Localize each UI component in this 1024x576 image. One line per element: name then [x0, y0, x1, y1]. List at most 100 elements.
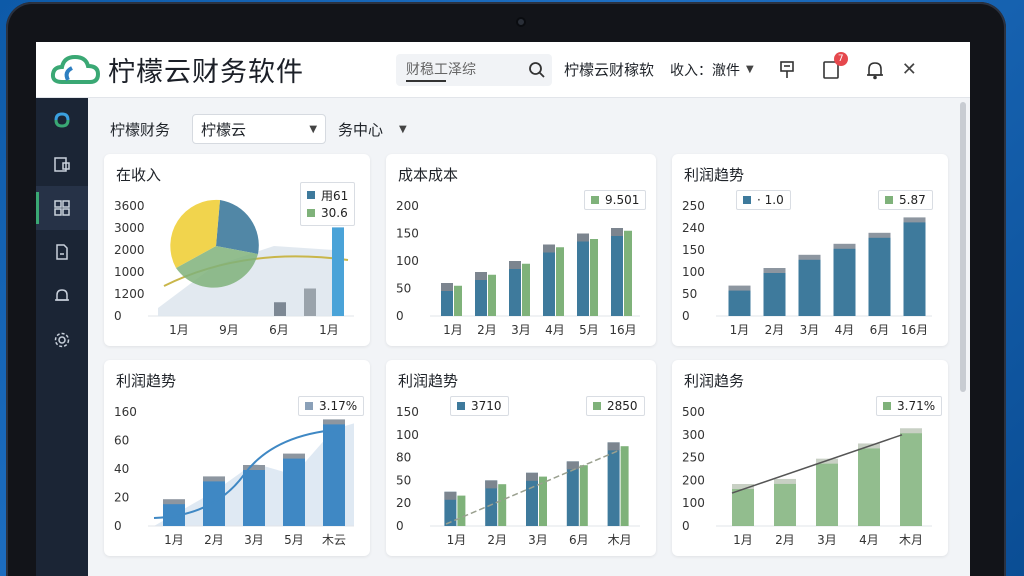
- bar-cap: [763, 268, 786, 273]
- bell-icon[interactable]: [864, 59, 886, 81]
- app-logo: 柠檬云财务软件: [50, 50, 380, 89]
- company-name[interactable]: 柠檬云财稼软: [564, 59, 654, 80]
- y-tick-label: 200: [682, 473, 705, 487]
- chart-plot: 150 100 80 50 20 0 1月 2月 3月 6月 木月: [396, 405, 640, 547]
- legend-swatch: [743, 196, 751, 204]
- chart-card[interactable]: 利润趋务 500 300 250 200 100 0 1月 2月 3月 4月 木月 3.71%: [672, 360, 948, 556]
- legend-swatch: [593, 402, 601, 410]
- legend-item: 2850: [586, 396, 645, 416]
- bar: [579, 465, 588, 526]
- sidebar: [36, 98, 88, 576]
- y-tick-label: 160: [114, 405, 137, 419]
- bar-cap: [728, 285, 751, 291]
- x-tick-label: 6月: [269, 323, 289, 337]
- y-tick-label: 3000: [114, 221, 145, 235]
- sidebar-item-files[interactable]: [36, 142, 88, 186]
- chart-plot: 160 60 40 20 0 1月 2月 3月 5月 木云: [114, 405, 354, 547]
- chart-legend: 用61 30.6: [300, 182, 356, 226]
- x-tick-label: 6月: [569, 533, 589, 547]
- message-button[interactable]: 7: [820, 51, 848, 81]
- x-tick-label: 1月: [164, 533, 184, 547]
- income-dropdown-label: 收入：澈件: [670, 62, 741, 79]
- logo-icon: [54, 112, 70, 128]
- legend-label: 2850: [607, 399, 638, 413]
- bar-cap: [900, 428, 922, 434]
- bar: [304, 288, 316, 316]
- x-tick-label: 3月: [511, 323, 531, 337]
- legend-item: 5.87: [878, 190, 933, 210]
- sidebar-item-alerts[interactable]: [36, 274, 88, 318]
- pie-slice: [216, 200, 259, 254]
- close-icon[interactable]: ✕: [902, 59, 917, 80]
- x-tick-label: 1月: [447, 533, 467, 547]
- legend-swatch: [883, 402, 891, 410]
- x-tick-label: 2月: [765, 323, 785, 337]
- search-icon[interactable]: [528, 61, 546, 79]
- notification-badge: 7: [833, 51, 848, 66]
- bar-cap: [798, 254, 821, 260]
- y-tick-label: 150: [682, 243, 705, 257]
- y-tick-label: 100: [682, 496, 705, 510]
- bar: [323, 423, 345, 526]
- legend-label: 9.501: [605, 193, 640, 207]
- bar-cap: [774, 478, 796, 484]
- legend-item: 30.6: [307, 204, 348, 222]
- y-tick-label: 200: [396, 199, 419, 213]
- x-tick-label: 1月: [730, 323, 750, 337]
- y-tick-label: 0: [682, 519, 690, 533]
- bar: [556, 247, 564, 316]
- legend-label: 3.71%: [897, 399, 936, 413]
- x-tick-label: 5月: [284, 533, 304, 547]
- x-tick-label: 6月: [870, 323, 890, 337]
- company-select[interactable]: 柠檬云 ▼: [192, 114, 327, 144]
- x-tick-label: 16月: [609, 323, 636, 337]
- camera: [516, 17, 526, 27]
- center-dropdown[interactable]: 务中心 ▼: [338, 119, 407, 140]
- legend-item: 3.71%: [876, 396, 943, 416]
- bar-cap: [577, 233, 589, 242]
- x-tick-label: 5月: [579, 323, 599, 337]
- x-tick-label: 2月: [204, 533, 224, 547]
- sidebar-item-settings[interactable]: [36, 318, 88, 362]
- legend-label: 3710: [471, 399, 502, 413]
- bar: [798, 258, 821, 316]
- search-box[interactable]: [396, 53, 552, 86]
- sidebar-item-dashboard[interactable]: [36, 186, 88, 230]
- bar-cap: [566, 461, 579, 470]
- bar: [816, 462, 838, 526]
- legend-swatch: [305, 402, 313, 410]
- chart-card[interactable]: 利润趋势 250 240 150 100 50 0 1月 2月 3月 4月 6月 16月 · 1.0 5.8…: [672, 154, 948, 346]
- sidebar-item-home[interactable]: [36, 98, 88, 142]
- chart-card[interactable]: 利润趋势 150 100 80 50 20 0 1月 2月 3月 6月 木月 3710 2850: [386, 360, 656, 556]
- chevron-down-icon: ▼: [309, 123, 318, 135]
- sidebar-item-documents[interactable]: [36, 230, 88, 274]
- bar: [833, 247, 856, 316]
- x-tick-label: 1月: [169, 323, 189, 337]
- y-tick-label: 60: [114, 434, 129, 448]
- chart-card[interactable]: 在收入 3600 3000 2000 1000 1200 0 1月 9月 6月 1月 用61 30.6: [104, 154, 370, 346]
- x-tick-label: 9月: [219, 323, 239, 337]
- y-tick-label: 300: [682, 428, 705, 442]
- filter-label: 柠檬财务: [110, 120, 171, 139]
- bar: [728, 289, 751, 316]
- chart-card[interactable]: 利润趋势 160 60 40 20 0 1月 2月 3月 5月 木云 3.17%: [104, 360, 370, 556]
- income-dropdown[interactable]: 收入：澈件 ▼: [670, 60, 754, 80]
- chart-plot: 250 240 150 100 50 0 1月 2月 3月 4月 6月 16月: [682, 199, 932, 337]
- y-tick-label: 0: [396, 519, 404, 533]
- bell-icon: [55, 289, 69, 301]
- y-tick-label: 150: [396, 405, 419, 419]
- scrollbar[interactable]: [960, 102, 966, 392]
- bar-cap: [903, 217, 926, 223]
- chart-card[interactable]: 成本成本 200 150 100 50 0 1月 2月 3月 4月 5月 16月 9.501: [386, 154, 656, 346]
- x-tick-label: 木云: [322, 533, 346, 547]
- bar: [903, 221, 926, 316]
- bar: [611, 228, 623, 316]
- bar: [590, 239, 598, 316]
- y-tick-label: 50: [396, 473, 411, 487]
- y-tick-label: 500: [682, 405, 705, 419]
- pin-icon[interactable]: [776, 59, 798, 81]
- bar: [332, 227, 344, 316]
- search-input[interactable]: [406, 61, 524, 78]
- legend-swatch: [457, 402, 465, 410]
- y-tick-label: 1200: [114, 287, 145, 301]
